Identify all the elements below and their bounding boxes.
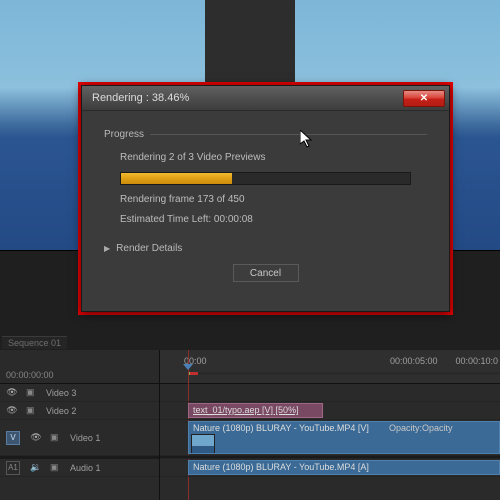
progress-section-header: Progress	[104, 129, 427, 140]
clip-thumbnail	[191, 434, 215, 454]
timecode-display[interactable]: 00:00:00:00	[0, 350, 159, 384]
clip-label: Nature (1080p) BLURAY - YouTube.MP4 [V]	[193, 423, 369, 433]
track-label: Video 1	[70, 433, 100, 443]
track-toggle-icon[interactable]: ▣	[26, 405, 38, 416]
track-header-v2[interactable]: 👁 ▣ Video 2	[0, 402, 159, 420]
track-header-v1[interactable]: V 👁 ▣ Video 1	[0, 420, 159, 456]
work-area-bar[interactable]	[188, 372, 500, 375]
track-v2[interactable]: text_01/typo.aep [V] [50%]	[160, 402, 500, 420]
render-details-toggle[interactable]: ▶ Render Details	[104, 243, 427, 254]
track-header-column: 00:00:00:00 👁 ▣ Video 3 👁 ▣ Video 2 V 👁 …	[0, 350, 160, 500]
track-header-v3[interactable]: 👁 ▣ Video 3	[0, 384, 159, 402]
track-toggle-icon[interactable]: ▣	[50, 462, 62, 473]
track-v3[interactable]	[160, 384, 500, 402]
timeline-panel: 00:00:00:00 👁 ▣ Video 3 👁 ▣ Video 2 V 👁 …	[0, 350, 500, 500]
track-toggle-icon[interactable]: ▣	[26, 387, 38, 398]
speaker-icon[interactable]: 🔉	[30, 462, 42, 474]
section-divider	[150, 134, 427, 135]
source-patch-a1[interactable]: A1	[6, 461, 20, 475]
close-button[interactable]: ✕	[403, 90, 445, 107]
progress-label: Progress	[104, 129, 144, 140]
timeline-tracks-area[interactable]: 00:00 00:00:05:00 00:00:10:0 text_01/typ…	[160, 350, 500, 500]
track-a1[interactable]: Nature (1080p) BLURAY - YouTube.MP4 [A]	[160, 459, 500, 477]
cancel-button[interactable]: Cancel	[233, 264, 299, 282]
ruler-tick: 00:00:05:00	[390, 356, 438, 366]
progress-bar	[120, 172, 411, 185]
timecode-value: 00:00:00:00	[6, 370, 54, 380]
clip-typo[interactable]: text_01/typo.aep [V] [50%]	[188, 403, 323, 418]
status-preview: Rendering 2 of 3 Video Previews	[120, 152, 411, 163]
track-label: Video 3	[46, 388, 76, 398]
track-v1[interactable]: Nature (1080p) BLURAY - YouTube.MP4 [V] …	[160, 420, 500, 456]
clip-label: Nature (1080p) BLURAY - YouTube.MP4 [A]	[193, 462, 369, 472]
rendering-dialog: Rendering : 38.46% ✕ Progress Rendering …	[81, 85, 450, 312]
clip-nature-audio[interactable]: Nature (1080p) BLURAY - YouTube.MP4 [A]	[188, 460, 500, 475]
source-patch-v[interactable]: V	[6, 431, 20, 445]
track-header-a1[interactable]: A1 🔉 ▣ Audio 1	[0, 459, 159, 477]
ruler-tick: 00:00:10:0	[455, 356, 498, 366]
status-time: Estimated Time Left: 00:00:08	[120, 214, 411, 225]
clip-nature-video[interactable]: Nature (1080p) BLURAY - YouTube.MP4 [V] …	[188, 421, 500, 454]
time-ruler[interactable]: 00:00 00:00:05:00 00:00:10:0	[160, 350, 500, 384]
triangle-right-icon: ▶	[104, 244, 110, 253]
render-details-label: Render Details	[116, 243, 182, 254]
eye-icon[interactable]: 👁	[6, 405, 18, 417]
eye-icon[interactable]: 👁	[6, 387, 18, 399]
timeline-tab[interactable]: Sequence 01	[2, 336, 67, 349]
dialog-title: Rendering : 38.46%	[92, 92, 189, 104]
track-label: Audio 1	[70, 463, 101, 473]
progress-fill	[121, 173, 232, 184]
dialog-titlebar: Rendering : 38.46% ✕	[82, 86, 449, 111]
eye-icon[interactable]: 👁	[30, 432, 42, 444]
track-toggle-icon[interactable]: ▣	[50, 432, 62, 443]
clip-label: text_01/typo.aep [V] [50%]	[193, 405, 299, 415]
status-frame: Rendering frame 173 of 450	[120, 194, 411, 205]
clip-fx-label: Opacity:Opacity	[389, 423, 453, 433]
track-label: Video 2	[46, 406, 76, 416]
close-icon: ✕	[420, 93, 428, 104]
cancel-label: Cancel	[250, 268, 281, 279]
